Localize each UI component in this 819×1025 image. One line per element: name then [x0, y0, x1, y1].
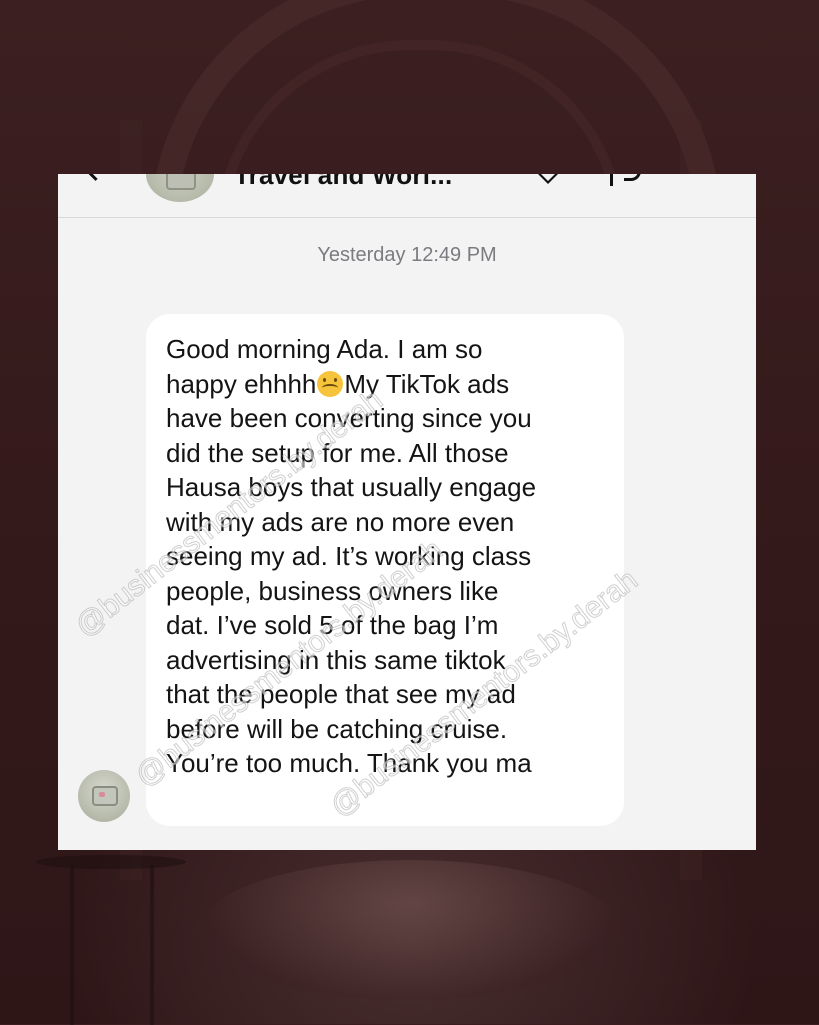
background-pouf [200, 860, 620, 1000]
bag-charm [99, 792, 105, 797]
message-timestamp: Yesterday 12:49 PM [317, 244, 497, 266]
message-line: with my ads are no more even [166, 506, 515, 537]
message-line: Hausa boys that usually engage [166, 472, 537, 502]
message-line: that the people that see my ad [166, 679, 516, 709]
message-text: happy ehhhh [166, 368, 317, 399]
message-line: have been converting since you [166, 403, 532, 433]
chat-header: Travel and Worl... [58, 174, 756, 218]
sender-avatar[interactable] [78, 770, 130, 822]
message-line: advertising in this same tiktok [166, 644, 506, 675]
contact-avatar[interactable] [146, 174, 214, 202]
message-line: happy ehhhh My TikTok ads [166, 367, 614, 402]
background-table-leg [70, 865, 74, 1025]
bag-image [166, 174, 196, 190]
message-text: My TikTok ads [344, 368, 510, 399]
chat-screenshot-card: Travel and Worl... Yesterday 12:49 PM Go… [58, 174, 756, 850]
message-line: Good morning Ada. I am so [166, 334, 483, 364]
phone-icon-curve [624, 174, 641, 181]
phone-icon[interactable] [610, 174, 613, 186]
contact-name[interactable]: Travel and Worl... [234, 174, 452, 191]
background-side-table [36, 855, 186, 869]
message-line: before will be catching cruise. [166, 713, 508, 744]
message-line: people, business owners like [166, 575, 499, 606]
tag-icon[interactable] [534, 174, 562, 184]
message-line: dat. I’ve sold 5 of the bag I’m [166, 610, 499, 640]
message-bubble[interactable]: Good morning Ada. I am so happy ehhhh My … [146, 314, 624, 826]
message-line: seeing my ad. It’s working class [166, 541, 532, 571]
back-arrow-icon[interactable] [82, 174, 109, 181]
upside-down-face-emoji-icon [317, 370, 344, 397]
message-line: did the setup for me. All those [166, 437, 509, 468]
background-table-leg [150, 865, 154, 1025]
bag-image [92, 786, 118, 806]
message-line: You’re too much. Thank you ma [166, 748, 532, 778]
